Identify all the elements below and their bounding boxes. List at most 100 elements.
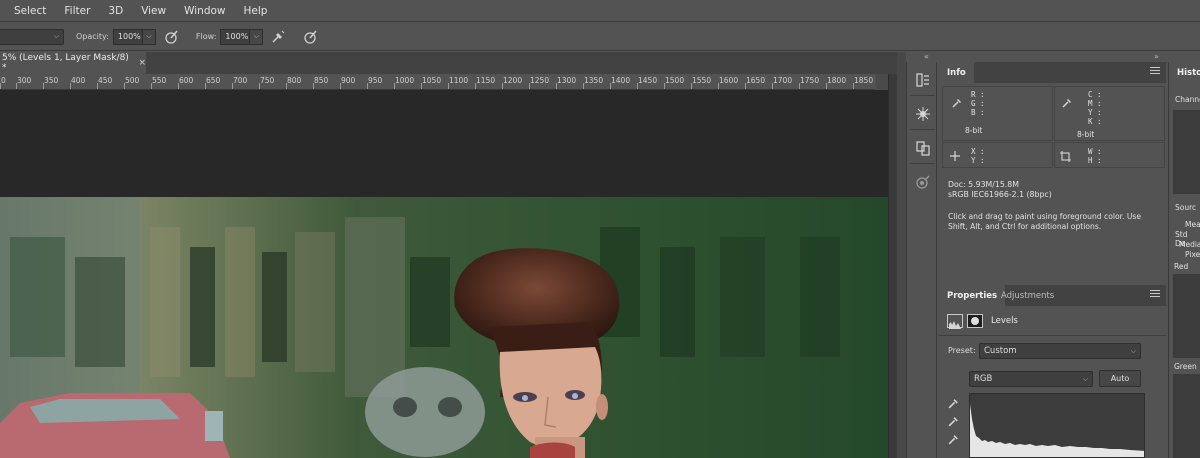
auto-button[interactable]: Auto <box>1099 370 1141 387</box>
menu-select[interactable]: Select <box>14 5 46 17</box>
ruler-tick-label: 1450 <box>638 76 658 85</box>
tab-adjustments[interactable]: Adjustments <box>993 285 1062 306</box>
stat-median-label: Media <box>1179 240 1200 249</box>
white-point-eyedropper-icon[interactable] <box>947 431 960 450</box>
menu-help[interactable]: Help <box>244 5 268 17</box>
cmyk-bitdepth: 8-bit <box>1077 130 1095 139</box>
menu-3d[interactable]: 3D <box>108 5 123 17</box>
ruler-tick-label: 1550 <box>692 76 712 85</box>
ruler-tick-label: 800 <box>287 76 302 85</box>
layer-mask-icon[interactable] <box>967 314 983 328</box>
channel-dropdown[interactable]: RGB ⌵ <box>969 371 1093 387</box>
opacity-input[interactable]: 100% <box>112 28 143 45</box>
stat-pixels-label: Pixe <box>1185 250 1200 259</box>
ruler-tick-label: 600 <box>179 76 194 85</box>
ruler-tick-label: 1050 <box>422 76 442 85</box>
y-label: Y : <box>971 156 985 165</box>
panel-menu-icon[interactable] <box>1150 290 1160 300</box>
chevron-down-icon: ⌵ <box>146 32 152 40</box>
ruler-tick <box>178 83 179 89</box>
gray-point-eyedropper-icon[interactable] <box>947 413 960 432</box>
red-histogram <box>1173 274 1200 358</box>
ruler-tick <box>772 83 773 89</box>
cmyk-m-label: M : <box>1088 99 1102 108</box>
crosshair-icon <box>950 151 960 161</box>
pressure-opacity-icon[interactable] <box>162 28 180 46</box>
black-point-eyedropper-icon[interactable] <box>947 395 960 414</box>
color-sampler-icon[interactable] <box>912 171 934 193</box>
ruler-tick <box>232 83 233 89</box>
expand-panels-icon[interactable]: » <box>1154 52 1159 61</box>
mode-dropdown[interactable]: ⌵ <box>0 28 64 45</box>
ruler-tick-label: 650 <box>206 76 221 85</box>
opacity-dropdown-button[interactable]: ⌵ <box>142 28 156 45</box>
levels-histogram <box>969 393 1145 458</box>
ruler-tick-label: 850 <box>314 76 329 85</box>
airbrush-icon[interactable] <box>269 28 287 46</box>
preset-value: Custom <box>984 346 1017 356</box>
color-profile: sRGB IEC61966-2.1 (8bpc) <box>948 190 1052 199</box>
ruler-tick <box>259 83 260 89</box>
history-icon[interactable] <box>912 69 934 91</box>
panel-menu-icon[interactable] <box>1150 67 1160 77</box>
x-label: X : <box>971 147 985 156</box>
ruler-tick-label: 750 <box>260 76 275 85</box>
chevron-down-icon: ⌵ <box>1130 346 1136 355</box>
flow-dropdown-button[interactable]: ⌵ <box>250 28 264 45</box>
ruler-tick <box>16 83 17 89</box>
menu-view[interactable]: View <box>141 5 166 17</box>
document-tab-bar: 5% (Levels 1, Layer Mask/8) * × <box>0 52 897 74</box>
ruler-tick <box>43 83 44 89</box>
ruler-tick <box>97 83 98 89</box>
ruler-tick-label: 1250 <box>530 76 550 85</box>
ruler-tick <box>745 83 746 89</box>
menu-window[interactable]: Window <box>184 5 225 17</box>
ruler-tick <box>718 83 719 89</box>
document-title: 5% (Levels 1, Layer Mask/8) * <box>2 53 129 73</box>
ruler-tick-label: 950 <box>368 76 383 85</box>
stat-source-label: Sourc <box>1175 203 1197 212</box>
horizontal-ruler[interactable]: 0 300 350 400 450 500 550 600 650 700 750 800 850 900… <box>0 74 875 90</box>
properties-panel-header: Properties Adjustments <box>939 285 1166 306</box>
ruler-tick-label: 1600 <box>719 76 739 85</box>
canvas-area[interactable] <box>0 90 888 458</box>
close-icon[interactable]: × <box>138 58 146 68</box>
wh-readout: W : H : <box>1054 142 1165 168</box>
preset-dropdown[interactable]: Custom ⌵ <box>979 343 1141 359</box>
chevron-down-icon: ⌵ <box>1082 374 1088 383</box>
ruler-tick <box>124 83 125 89</box>
tool-hint: Click and drag to paint using foreground… <box>948 212 1142 231</box>
ruler-tick <box>313 83 314 89</box>
options-bar: ⌵ Opacity: 100% ⌵ Flow: 100% ⌵ <box>0 23 1200 51</box>
tab-histogram[interactable]: Histog <box>1169 62 1200 83</box>
brush-settings-icon[interactable] <box>912 103 934 125</box>
ruler-tick <box>0 83 1 89</box>
info-panel-header: Info <box>939 62 1166 83</box>
h-label: H : <box>1088 156 1102 165</box>
ruler-tick <box>340 83 341 89</box>
collapse-dock-icon[interactable]: « <box>924 52 929 61</box>
ruler-tick <box>70 83 71 89</box>
pressure-size-icon[interactable] <box>301 28 319 46</box>
cmyk-y-label: Y : <box>1088 108 1102 117</box>
ruler-tick-label: 900 <box>341 76 356 85</box>
menu-bar: Select Filter 3D View Window Help <box>0 0 1200 22</box>
tab-info[interactable]: Info <box>939 62 974 83</box>
ruler-tick-label: 1400 <box>611 76 631 85</box>
ruler-tick <box>502 83 503 89</box>
ruler-tick <box>205 83 206 89</box>
vertical-scrollbar[interactable] <box>888 74 897 458</box>
ruler-tick <box>367 83 368 89</box>
ruler-tick <box>475 83 476 89</box>
eyedropper-icon <box>1062 99 1071 108</box>
clone-source-icon[interactable] <box>912 137 934 159</box>
document-tab[interactable]: 5% (Levels 1, Layer Mask/8) * × <box>0 52 146 74</box>
menu-filter[interactable]: Filter <box>64 5 90 17</box>
rgb-g-label: G : <box>971 99 985 108</box>
ruler-tick-label: 700 <box>233 76 248 85</box>
ruler-tick-label: 500 <box>125 76 140 85</box>
ruler-tick-label: 1850 <box>854 76 874 85</box>
ruler-tick-label: 1700 <box>773 76 793 85</box>
flow-input[interactable]: 100% <box>220 28 251 45</box>
info-panel: Info R : G : B : 8-bit C : M : Y : K : 8… <box>939 62 1166 282</box>
